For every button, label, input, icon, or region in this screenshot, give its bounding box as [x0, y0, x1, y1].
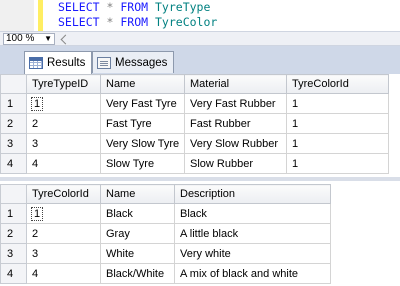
zoom-value: 100 %	[6, 33, 35, 44]
table-cell[interactable]: Slow Rubber	[184, 153, 287, 174]
row-number[interactable]: 1	[0, 93, 27, 114]
table-cell[interactable]: 4	[26, 153, 101, 174]
grid-header-row: TyreColorId Name Description	[0, 184, 331, 204]
sql-editor[interactable]: SELECT * FROM TyreType SELECT * FROM Tyr…	[0, 0, 400, 31]
keyword: SELECT	[58, 0, 100, 14]
cell-value: 1	[30, 206, 44, 221]
table-cell[interactable]: 1	[26, 93, 101, 114]
table-row[interactable]: 3 3 Very Slow Tyre Very Slow Rubber 1	[0, 133, 389, 154]
row-number[interactable]: 3	[0, 243, 27, 264]
table-cell[interactable]: Black	[174, 203, 331, 224]
table-row[interactable]: 2 2 Gray A little black	[0, 223, 331, 244]
table-cell[interactable]: Fast Tyre	[100, 113, 185, 134]
column-header[interactable]: Name	[100, 184, 175, 204]
grid-splitter[interactable]	[0, 177, 400, 181]
table-row[interactable]: 3 3 White Very white	[0, 243, 331, 264]
result-grid-2[interactable]: TyreColorId Name Description 1 1 Black B…	[0, 184, 331, 284]
table-cell[interactable]: 1	[286, 153, 389, 174]
operator: *	[106, 15, 114, 29]
row-number[interactable]: 2	[0, 113, 27, 134]
table-cell[interactable]: 4	[26, 263, 101, 284]
grid-header-row: TyreTypeID Name Material TyreColorId	[0, 74, 389, 94]
table-cell[interactable]: Black	[100, 203, 175, 224]
grid-icon	[29, 57, 43, 69]
table-cell[interactable]: 2	[26, 223, 101, 244]
table-cell[interactable]: Black/White	[100, 263, 175, 284]
column-header[interactable]: TyreTypeID	[26, 74, 101, 94]
code-line-2[interactable]: SELECT * FROM TyreColor	[58, 15, 217, 30]
table-cell[interactable]: 3	[26, 133, 101, 154]
table-row[interactable]: 1 1 Black Black	[0, 203, 331, 224]
table-cell[interactable]: 1	[26, 203, 101, 224]
column-header[interactable]: Name	[100, 74, 185, 94]
table-cell[interactable]: 3	[26, 243, 101, 264]
column-header[interactable]: Description	[174, 184, 331, 204]
tab-messages[interactable]: Messages	[92, 51, 175, 73]
table-cell[interactable]: A little black	[174, 223, 331, 244]
table-cell[interactable]: 1	[286, 113, 389, 134]
row-number[interactable]: 2	[0, 223, 27, 244]
chevron-down-icon: ▼	[44, 34, 52, 43]
table-cell[interactable]: Very Slow Tyre	[100, 133, 185, 154]
result-grid-1[interactable]: TyreTypeID Name Material TyreColorId 1 1…	[0, 74, 389, 174]
tab-messages-label: Messages	[115, 56, 168, 69]
column-header[interactable]: TyreColorId	[26, 184, 101, 204]
results-tabstrip: Results Messages	[0, 46, 400, 74]
editor-status-strip: 100 % ▼	[0, 31, 400, 46]
table-cell[interactable]: 1	[286, 133, 389, 154]
row-number[interactable]: 1	[0, 203, 27, 224]
table-cell[interactable]: Fast Rubber	[184, 113, 287, 134]
messages-icon	[97, 56, 111, 69]
row-number[interactable]: 3	[0, 133, 27, 154]
table-cell[interactable]: Very white	[174, 243, 331, 264]
table-cell[interactable]: Very Slow Rubber	[184, 133, 287, 154]
keyword: SELECT	[58, 15, 100, 29]
changed-lines-indicator	[38, 0, 43, 31]
editor-gutter	[0, 0, 34, 31]
tab-results[interactable]: Results	[24, 51, 93, 74]
grid-corner[interactable]	[0, 74, 27, 94]
tab-results-label: Results	[47, 57, 86, 69]
table-row[interactable]: 4 4 Black/White A mix of black and white	[0, 263, 331, 284]
cell-value: 1	[30, 96, 44, 111]
row-number[interactable]: 4	[0, 263, 27, 284]
table-cell[interactable]: 2	[26, 113, 101, 134]
table-cell[interactable]: Very Fast Tyre	[100, 93, 185, 114]
table-row[interactable]: 1 1 Very Fast Tyre Very Fast Rubber 1	[0, 93, 389, 114]
table-cell[interactable]: Slow Tyre	[100, 153, 185, 174]
row-number[interactable]: 4	[0, 153, 27, 174]
table-cell[interactable]: Gray	[100, 223, 175, 244]
keyword: FROM	[120, 15, 149, 29]
column-header[interactable]: Material	[184, 74, 287, 94]
table-cell[interactable]: Very Fast Rubber	[184, 93, 287, 114]
table-cell[interactable]: White	[100, 243, 175, 264]
table-name: TyreColor	[155, 15, 218, 29]
column-header[interactable]: TyreColorId	[286, 74, 389, 94]
zoom-dropdown[interactable]: 100 % ▼	[3, 33, 55, 45]
grid-corner[interactable]	[0, 184, 27, 204]
table-row[interactable]: 2 2 Fast Tyre Fast Rubber 1	[0, 113, 389, 134]
scroll-left-icon[interactable]	[60, 34, 71, 45]
keyword: FROM	[120, 0, 149, 14]
table-cell[interactable]: 1	[286, 93, 389, 114]
code-line-1[interactable]: SELECT * FROM TyreType	[58, 0, 210, 15]
operator: *	[106, 0, 114, 14]
table-cell[interactable]: A mix of black and white	[174, 263, 331, 284]
table-row[interactable]: 4 4 Slow Tyre Slow Rubber 1	[0, 153, 389, 174]
table-name: TyreType	[155, 0, 211, 14]
